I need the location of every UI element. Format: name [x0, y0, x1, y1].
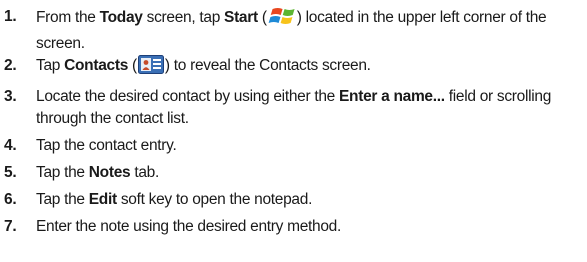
step-text: tab. — [130, 164, 160, 181]
step-number: 3. — [4, 88, 17, 105]
step-text: Tap the — [36, 164, 89, 181]
step-text: screen, tap — [142, 9, 225, 26]
step-text: From the — [36, 9, 100, 26]
start-label: Start — [224, 9, 258, 26]
step-number: 1. — [4, 8, 17, 25]
step-text: soft key to open the notepad. — [116, 191, 313, 208]
step-3: 3. Locate the desired contact by using e… — [0, 86, 587, 130]
edit-label: Edit — [88, 191, 117, 208]
notes-label: Notes — [88, 164, 131, 181]
instruction-steps-list: 1. From the Today screen, tap Start ( ) … — [0, 6, 587, 238]
step-text: Enter the note using the desired entry m… — [36, 218, 342, 235]
step-2: 2. Tap Contacts ( ) to reveal the Contac… — [0, 55, 587, 81]
step-number: 5. — [4, 164, 17, 181]
step-7: 7. Enter the note using the desired entr… — [0, 216, 587, 238]
step-6: 6. Tap the Edit soft key to open the not… — [0, 189, 587, 211]
step-text: ( — [257, 9, 267, 26]
contacts-icon — [137, 55, 164, 81]
today-label: Today — [99, 9, 143, 26]
step-number: 7. — [4, 218, 17, 235]
step-4: 4. Tap the contact entry. — [0, 135, 587, 157]
step-text: ) to reveal the Contacts screen. — [164, 57, 371, 74]
step-text: Tap the contact entry. — [36, 137, 177, 154]
step-text: ( — [128, 57, 137, 74]
step-text: Locate the desired contact by using eith… — [36, 88, 339, 105]
step-number: 6. — [4, 191, 17, 208]
step-text: Tap the — [36, 191, 89, 208]
step-text: Tap — [36, 57, 65, 74]
enter-a-name-label: Enter a name... — [339, 88, 445, 105]
contacts-label: Contacts — [64, 57, 129, 74]
windows-start-icon — [268, 6, 296, 33]
step-5: 5. Tap the Notes tab. — [0, 162, 587, 184]
step-1: 1. From the Today screen, tap Start ( ) … — [0, 6, 587, 52]
step-number: 2. — [4, 57, 17, 74]
step-number: 4. — [4, 137, 17, 154]
